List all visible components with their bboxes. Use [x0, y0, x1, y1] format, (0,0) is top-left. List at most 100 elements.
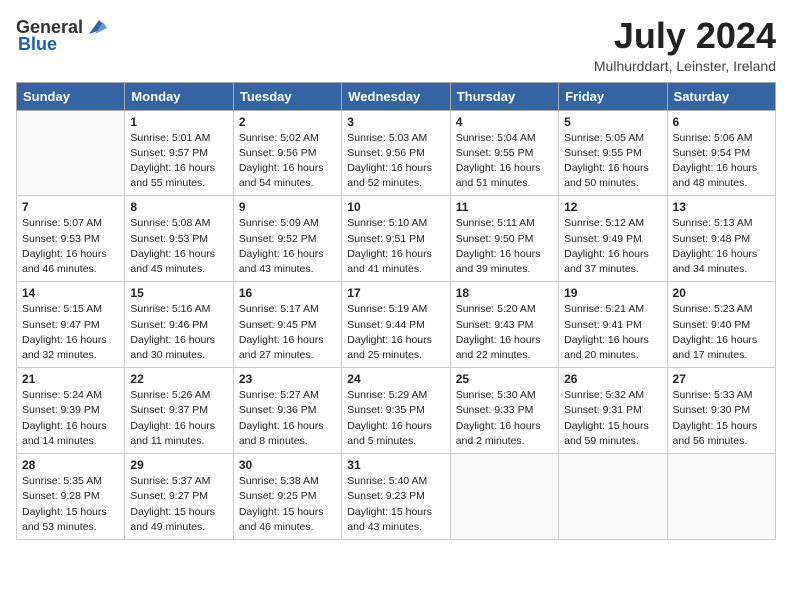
day-number: 4 [456, 115, 553, 129]
day-info: Sunrise: 5:32 AMSunset: 9:31 PMDaylight:… [564, 388, 661, 449]
day-number: 21 [22, 372, 119, 386]
calendar-week-row-2: 7Sunrise: 5:07 AMSunset: 9:53 PMDaylight… [17, 196, 776, 282]
day-number: 25 [456, 372, 553, 386]
calendar-cell: 3 Sunrise: 5:03 AMSunset: 9:56 PMDaylight… [342, 110, 450, 196]
calendar-cell: 16 Sunrise: 5:17 AMSunset: 9:45 PMDayligh… [233, 282, 341, 368]
day-number: 6 [673, 115, 770, 129]
day-info: Sunrise: 5:21 AMSunset: 9:41 PMDaylight:… [564, 302, 661, 363]
day-info: Sunrise: 5:13 AMSunset: 9:48 PMDaylight:… [673, 216, 770, 277]
calendar-cell: 13 Sunrise: 5:13 AMSunset: 9:48 PMDayligh… [667, 196, 775, 282]
calendar-header-sunday: Sunday [17, 82, 125, 110]
day-info: Sunrise: 5:15 AMSunset: 9:47 PMDaylight:… [22, 302, 119, 363]
day-info: Sunrise: 5:38 AMSunset: 9:25 PMDaylight:… [239, 474, 336, 535]
day-info: Sunrise: 5:30 AMSunset: 9:33 PMDaylight:… [456, 388, 553, 449]
day-info: Sunrise: 5:08 AMSunset: 9:53 PMDaylight:… [130, 216, 227, 277]
day-number: 10 [347, 200, 444, 214]
calendar-cell: 26 Sunrise: 5:32 AMSunset: 9:31 PMDayligh… [559, 368, 667, 454]
calendar-cell: 18Sunrise: 5:20 AMSunset: 9:43 PMDayligh… [450, 282, 558, 368]
calendar-cell: 4 Sunrise: 5:04 AMSunset: 9:55 PMDaylight… [450, 110, 558, 196]
day-number: 5 [564, 115, 661, 129]
calendar-cell [17, 110, 125, 196]
day-info: Sunrise: 5:37 AMSunset: 9:27 PMDaylight:… [130, 474, 227, 535]
logo-blue: Blue [18, 34, 57, 55]
location-subtitle: Mulhurddart, Leinster, Ireland [594, 58, 776, 74]
day-info: Sunrise: 5:12 AMSunset: 9:49 PMDaylight:… [564, 216, 661, 277]
title-block: July 2024 Mulhurddart, Leinster, Ireland [594, 16, 776, 74]
logo-icon [85, 16, 107, 38]
calendar-header-friday: Friday [559, 82, 667, 110]
day-number: 29 [130, 458, 227, 472]
day-number: 17 [347, 286, 444, 300]
day-number: 8 [130, 200, 227, 214]
month-year-title: July 2024 [594, 16, 776, 56]
calendar-cell: 14 Sunrise: 5:15 AMSunset: 9:47 PMDayligh… [17, 282, 125, 368]
calendar-cell [667, 454, 775, 540]
page-header: General Blue July 2024 Mulhurddart, Lein… [16, 16, 776, 74]
calendar-header-tuesday: Tuesday [233, 82, 341, 110]
calendar-week-row-5: 28 Sunrise: 5:35 AMSunset: 9:28 PMDayligh… [17, 454, 776, 540]
calendar-cell: 30 Sunrise: 5:38 AMSunset: 9:25 PMDayligh… [233, 454, 341, 540]
day-info: Sunrise: 5:09 AMSunset: 9:52 PMDaylight:… [239, 216, 336, 277]
calendar-cell: 22Sunrise: 5:26 AMSunset: 9:37 PMDayligh… [125, 368, 233, 454]
calendar-cell: 12 Sunrise: 5:12 AMSunset: 9:49 PMDayligh… [559, 196, 667, 282]
day-number: 26 [564, 372, 661, 386]
calendar-week-row-1: 1Sunrise: 5:01 AMSunset: 9:57 PMDaylight… [17, 110, 776, 196]
calendar-header-thursday: Thursday [450, 82, 558, 110]
day-number: 13 [673, 200, 770, 214]
day-info: Sunrise: 5:17 AMSunset: 9:45 PMDaylight:… [239, 302, 336, 363]
calendar-cell [559, 454, 667, 540]
calendar-cell: 29 Sunrise: 5:37 AMSunset: 9:27 PMDayligh… [125, 454, 233, 540]
day-info: Sunrise: 5:19 AMSunset: 9:44 PMDaylight:… [347, 302, 444, 363]
calendar-cell: 10 Sunrise: 5:10 AMSunset: 9:51 PMDayligh… [342, 196, 450, 282]
calendar-cell: 8 Sunrise: 5:08 AMSunset: 9:53 PMDaylight… [125, 196, 233, 282]
calendar-cell: 7Sunrise: 5:07 AMSunset: 9:53 PMDaylight… [17, 196, 125, 282]
day-number: 19 [564, 286, 661, 300]
calendar-cell: 15Sunrise: 5:16 AMSunset: 9:46 PMDayligh… [125, 282, 233, 368]
calendar-cell: 23 Sunrise: 5:27 AMSunset: 9:36 PMDayligh… [233, 368, 341, 454]
calendar-week-row-4: 21 Sunrise: 5:24 AMSunset: 9:39 PMDayligh… [17, 368, 776, 454]
calendar-cell: 17 Sunrise: 5:19 AMSunset: 9:44 PMDayligh… [342, 282, 450, 368]
day-number: 12 [564, 200, 661, 214]
day-number: 16 [239, 286, 336, 300]
day-info: Sunrise: 5:06 AMSunset: 9:54 PMDaylight:… [673, 131, 770, 192]
day-info: Sunrise: 5:10 AMSunset: 9:51 PMDaylight:… [347, 216, 444, 277]
calendar-cell: 20 Sunrise: 5:23 AMSunset: 9:40 PMDayligh… [667, 282, 775, 368]
day-info: Sunrise: 5:24 AMSunset: 9:39 PMDaylight:… [22, 388, 119, 449]
calendar-cell: 21 Sunrise: 5:24 AMSunset: 9:39 PMDayligh… [17, 368, 125, 454]
calendar-table: SundayMondayTuesdayWednesdayThursdayFrid… [16, 82, 776, 540]
day-info: Sunrise: 5:07 AMSunset: 9:53 PMDaylight:… [22, 216, 119, 277]
calendar-cell: 25 Sunrise: 5:30 AMSunset: 9:33 PMDayligh… [450, 368, 558, 454]
day-info: Sunrise: 5:03 AMSunset: 9:56 PMDaylight:… [347, 131, 444, 192]
day-number: 22 [130, 372, 227, 386]
calendar-cell: 31 Sunrise: 5:40 AMSunset: 9:23 PMDayligh… [342, 454, 450, 540]
day-number: 27 [673, 372, 770, 386]
calendar-cell: 6 Sunrise: 5:06 AMSunset: 9:54 PMDaylight… [667, 110, 775, 196]
calendar-cell: 1Sunrise: 5:01 AMSunset: 9:57 PMDaylight… [125, 110, 233, 196]
day-number: 20 [673, 286, 770, 300]
day-number: 9 [239, 200, 336, 214]
day-info: Sunrise: 5:27 AMSunset: 9:36 PMDaylight:… [239, 388, 336, 449]
day-info: Sunrise: 5:35 AMSunset: 9:28 PMDaylight:… [22, 474, 119, 535]
day-number: 30 [239, 458, 336, 472]
day-number: 3 [347, 115, 444, 129]
calendar-week-row-3: 14 Sunrise: 5:15 AMSunset: 9:47 PMDayligh… [17, 282, 776, 368]
calendar-header-row: SundayMondayTuesdayWednesdayThursdayFrid… [17, 82, 776, 110]
day-info: Sunrise: 5:23 AMSunset: 9:40 PMDaylight:… [673, 302, 770, 363]
calendar-cell: 24Sunrise: 5:29 AMSunset: 9:35 PMDayligh… [342, 368, 450, 454]
day-number: 11 [456, 200, 553, 214]
day-number: 28 [22, 458, 119, 472]
calendar-cell: 2Sunrise: 5:02 AMSunset: 9:56 PMDaylight… [233, 110, 341, 196]
day-number: 31 [347, 458, 444, 472]
day-number: 14 [22, 286, 119, 300]
day-number: 2 [239, 115, 336, 129]
day-info: Sunrise: 5:01 AMSunset: 9:57 PMDaylight:… [130, 131, 227, 192]
calendar-cell: 5Sunrise: 5:05 AMSunset: 9:55 PMDaylight… [559, 110, 667, 196]
day-number: 15 [130, 286, 227, 300]
calendar-header-saturday: Saturday [667, 82, 775, 110]
calendar-cell: 9 Sunrise: 5:09 AMSunset: 9:52 PMDaylight… [233, 196, 341, 282]
day-info: Sunrise: 5:40 AMSunset: 9:23 PMDaylight:… [347, 474, 444, 535]
day-info: Sunrise: 5:11 AMSunset: 9:50 PMDaylight:… [456, 216, 553, 277]
calendar-header-wednesday: Wednesday [342, 82, 450, 110]
day-number: 23 [239, 372, 336, 386]
day-info: Sunrise: 5:04 AMSunset: 9:55 PMDaylight:… [456, 131, 553, 192]
